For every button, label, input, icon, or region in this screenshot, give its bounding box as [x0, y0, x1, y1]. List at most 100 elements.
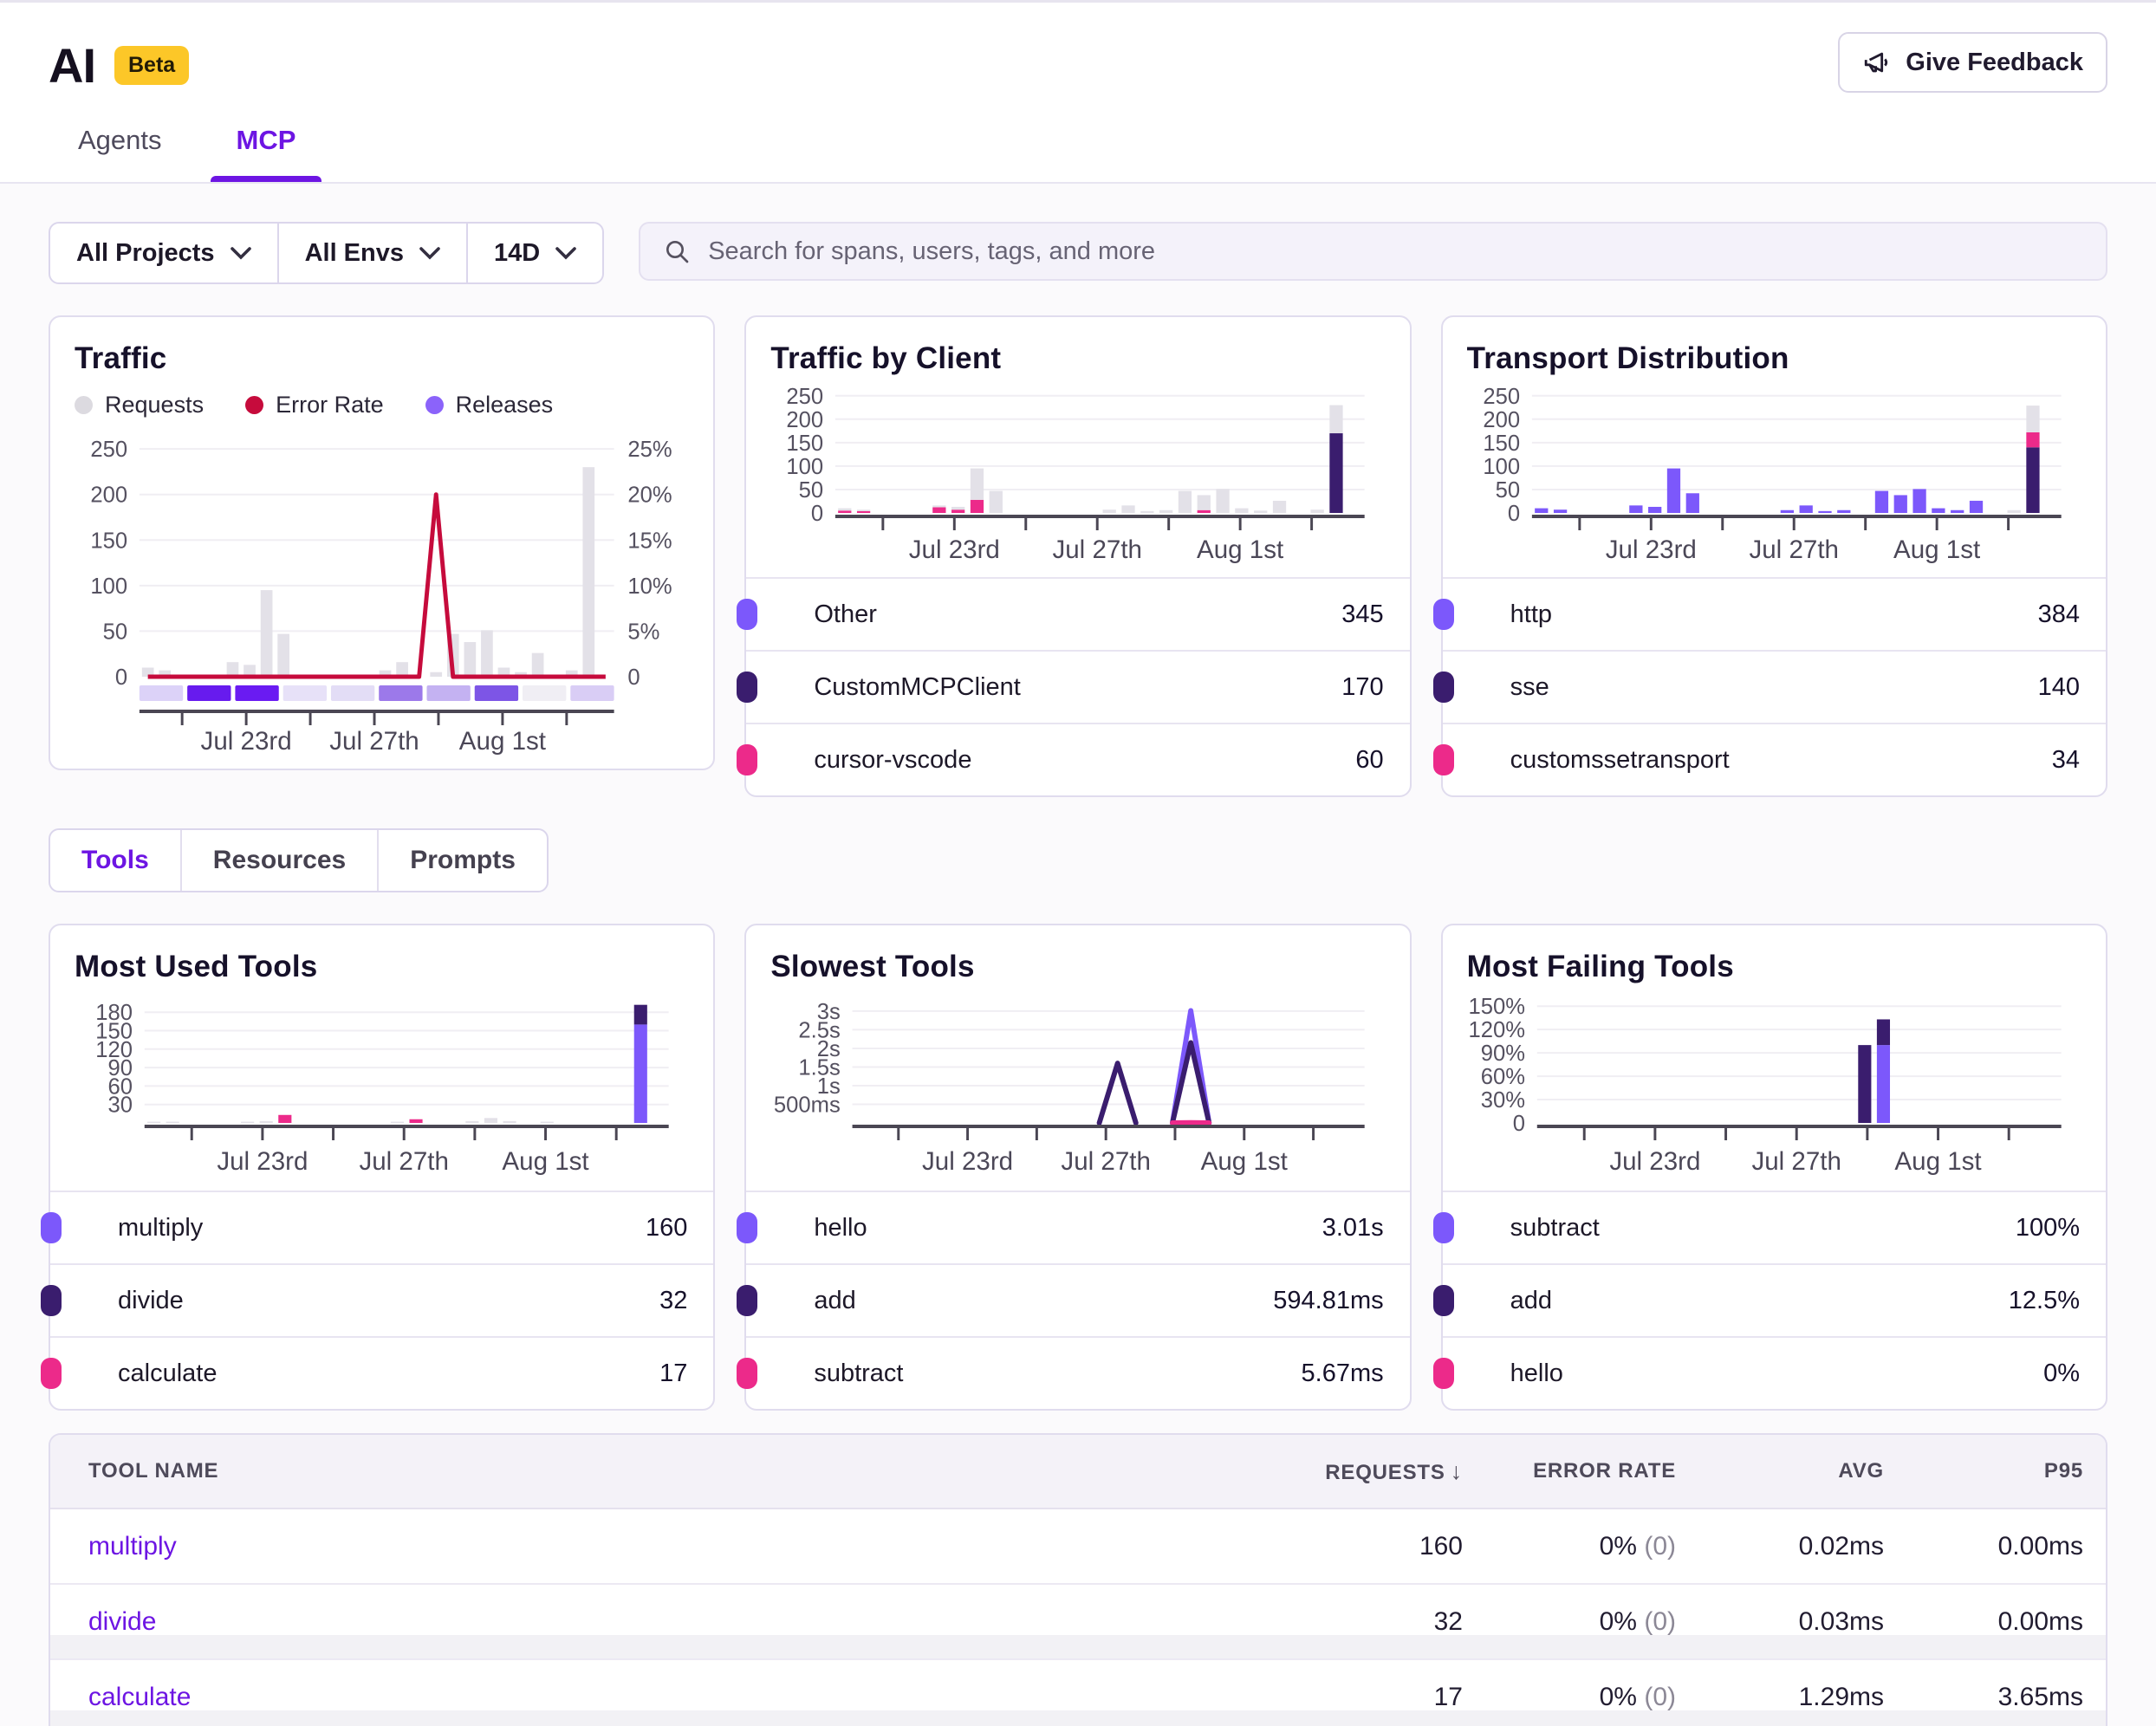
- tool-link-calculate[interactable]: calculate: [88, 1683, 1177, 1712]
- list-item-http[interactable]: http384: [1443, 577, 2106, 650]
- svg-text:200: 200: [1483, 408, 1520, 432]
- color-chip: [1433, 1358, 1454, 1389]
- project-filter[interactable]: All Projects: [50, 224, 277, 282]
- list-item-value: 34: [2052, 746, 2080, 775]
- list-item-value: 17: [659, 1359, 687, 1388]
- svg-text:Jul 23rd: Jul 23rd: [201, 727, 292, 756]
- card-most-failing-tools: Most Failing Tools 030%60%90%120%150%Jul…: [1441, 924, 2107, 1411]
- legend-item-error-rate[interactable]: Error Rate: [245, 392, 384, 419]
- list-item-label: multiply: [118, 1214, 646, 1243]
- list-item-add[interactable]: add12.5%: [1443, 1263, 2106, 1336]
- section-tabs: ToolsResourcesPrompts: [49, 828, 549, 892]
- chevron-down-icon: [419, 246, 440, 260]
- tool-link-multiply[interactable]: multiply: [88, 1532, 1177, 1561]
- list-item-label: subtract: [814, 1359, 1301, 1388]
- tool-link-divide[interactable]: divide: [88, 1607, 1177, 1637]
- svg-text:Jul 27th: Jul 27th: [329, 727, 419, 756]
- charts-row-2: Most Used Tools 306090120150180Jul 23rdJ…: [49, 924, 2107, 1411]
- tab-agents[interactable]: Agents: [78, 125, 162, 180]
- give-feedback-label: Give Feedback: [1906, 49, 2083, 77]
- list-item-subtract[interactable]: subtract100%: [1443, 1191, 2106, 1263]
- legend-dot-requests: [75, 396, 93, 414]
- svg-text:Aug 1st: Aug 1st: [1893, 535, 1981, 564]
- list-item-value: 170: [1341, 673, 1383, 702]
- svg-text:Jul 27th: Jul 27th: [359, 1147, 448, 1176]
- card-title-slowest: Slowest Tools: [770, 950, 1409, 984]
- search-bar[interactable]: [639, 222, 2107, 281]
- svg-text:150: 150: [1483, 432, 1520, 456]
- list-item-add[interactable]: add594.81ms: [746, 1263, 1409, 1336]
- svg-text:250: 250: [787, 385, 824, 409]
- list-item-value: 140: [2038, 673, 2080, 702]
- list-item-calculate[interactable]: calculate17: [50, 1336, 713, 1409]
- list-item-subtract[interactable]: subtract5.67ms: [746, 1336, 1409, 1409]
- svg-text:Jul 27th: Jul 27th: [1751, 1147, 1841, 1176]
- tab-mcp[interactable]: MCP: [237, 125, 296, 180]
- svg-text:50: 50: [799, 478, 823, 503]
- svg-text:100: 100: [787, 455, 824, 479]
- svg-text:100: 100: [1483, 455, 1520, 479]
- list-item-other[interactable]: Other345: [746, 577, 1409, 650]
- error-count: (0): [1644, 1683, 1676, 1711]
- avg-value: 0.03ms: [1676, 1607, 1884, 1637]
- list-item-label: hello: [1510, 1359, 2043, 1388]
- error-rate-value: 0% (0): [1463, 1683, 1676, 1712]
- card-title-traffic: Traffic: [75, 341, 689, 376]
- svg-text:150%: 150%: [1468, 995, 1525, 1019]
- svg-text:Aug 1st: Aug 1st: [459, 727, 547, 756]
- legend-item-requests[interactable]: Requests: [75, 392, 204, 419]
- requests-value: 17: [1177, 1683, 1463, 1712]
- legend-item-releases[interactable]: Releases: [425, 392, 554, 419]
- list-item-cursor-vscode[interactable]: cursor-vscode60: [746, 723, 1409, 795]
- search-input[interactable]: [708, 237, 2083, 266]
- column-header-error-rate: ERROR RATE: [1463, 1459, 1676, 1483]
- section-tab-resources[interactable]: Resources: [180, 830, 377, 891]
- error-count: (0): [1644, 1607, 1676, 1636]
- column-header-avg: AVG: [1676, 1459, 1884, 1483]
- filter-select-group: All Projects All Envs14D: [49, 222, 604, 284]
- svg-text:0: 0: [627, 665, 640, 690]
- traffic-by-client-list: Other345CustomMCPClient170cursor-vscode6…: [746, 577, 1409, 795]
- list-item-custommcpclient[interactable]: CustomMCPClient170: [746, 650, 1409, 723]
- error-rate-value: 0% (0): [1463, 1532, 1676, 1561]
- svg-text:10%: 10%: [627, 574, 672, 599]
- list-item-value: 12.5%: [2009, 1287, 2080, 1315]
- svg-text:Jul 23rd: Jul 23rd: [217, 1147, 308, 1176]
- list-item-value: 345: [1341, 600, 1383, 629]
- color-chip: [1433, 599, 1454, 630]
- section-tab-prompts[interactable]: Prompts: [377, 830, 547, 891]
- svg-text:Jul 27th: Jul 27th: [1062, 1147, 1151, 1176]
- avg-value: 1.29ms: [1676, 1683, 1884, 1712]
- svg-text:Aug 1st: Aug 1st: [1201, 1147, 1289, 1176]
- svg-text:30%: 30%: [1480, 1088, 1524, 1113]
- list-item-value: 32: [659, 1287, 687, 1315]
- legend-dot-error-rate: [245, 396, 263, 414]
- megaphone-icon: [1862, 48, 1892, 77]
- list-item-hello[interactable]: hello0%: [1443, 1336, 2106, 1409]
- color-chip: [737, 1285, 757, 1316]
- list-item-multiply[interactable]: multiply160: [50, 1191, 713, 1263]
- card-transport-distribution: Transport Distribution 050100150200250Ju…: [1441, 315, 2107, 797]
- list-item-sse[interactable]: sse140: [1443, 650, 2106, 723]
- project-filter-value: All Projects: [76, 239, 215, 268]
- card-title-transport: Transport Distribution: [1467, 341, 2106, 376]
- section-tab-tools[interactable]: Tools: [50, 830, 180, 891]
- give-feedback-button[interactable]: Give Feedback: [1838, 32, 2107, 93]
- list-item-label: http: [1510, 600, 2038, 629]
- env-filter[interactable]: All Envs: [277, 224, 466, 282]
- date-range-filter[interactable]: 14D: [466, 224, 602, 282]
- list-item-hello[interactable]: hello3.01s: [746, 1191, 1409, 1263]
- column-header-requests[interactable]: REQUESTS↓: [1177, 1458, 1463, 1485]
- list-item-customssetransport[interactable]: customssetransport34: [1443, 723, 2106, 795]
- list-item-divide[interactable]: divide32: [50, 1263, 713, 1336]
- list-item-value: 0%: [2043, 1359, 2080, 1388]
- color-chip: [1433, 1212, 1454, 1243]
- top-bar: AI Beta Give Feedback AgentsMCP: [0, 0, 2156, 184]
- list-item-label: CustomMCPClient: [814, 673, 1341, 702]
- table-header-row: TOOL NAMEREQUESTS↓ERROR RATEAVGP95: [50, 1435, 2106, 1509]
- transport-distribution-chart: 050100150200250Jul 23rdJul 27thAug 1st: [1467, 383, 2081, 570]
- traffic-chart: 05010015020025005%10%15%20%25%Jul 23rdJu…: [75, 425, 689, 760]
- column-header-tool-name: TOOL NAME: [88, 1459, 1177, 1483]
- list-item-label: sse: [1510, 673, 2038, 702]
- svg-text:Jul 23rd: Jul 23rd: [922, 1147, 1013, 1176]
